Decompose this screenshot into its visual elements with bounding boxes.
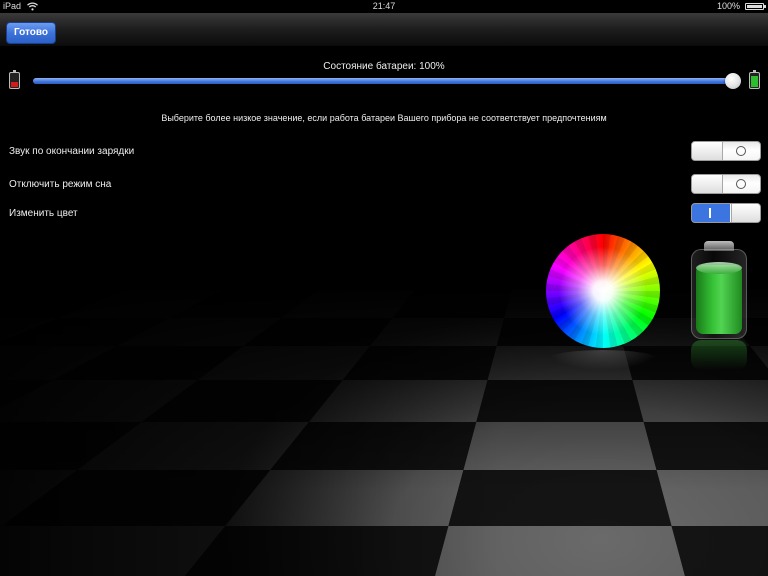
floor-tile xyxy=(671,526,768,576)
setting-label-change-color: Изменить цвет xyxy=(9,208,78,219)
switch-off-symbol xyxy=(736,146,746,156)
battery-hint-text: Выберите более низкое значение, если раб… xyxy=(161,113,607,123)
big-battery-icon xyxy=(691,241,747,339)
floor-tile xyxy=(185,526,449,576)
battery-level-slider[interactable] xyxy=(33,73,741,89)
switch-thumb xyxy=(692,142,723,160)
switch-on-symbol xyxy=(709,208,711,218)
big-battery-reflection xyxy=(691,340,747,370)
full-battery-icon xyxy=(749,70,760,89)
color-wheel[interactable] xyxy=(546,234,660,348)
switch-thumb xyxy=(731,204,760,222)
color-wheel-reflection xyxy=(546,350,660,370)
status-battery-percent: 100% xyxy=(716,1,740,11)
floor-tile xyxy=(643,422,768,470)
floor-tile xyxy=(448,470,672,526)
checkerboard-floor xyxy=(0,290,768,576)
switch-thumb xyxy=(692,175,723,193)
toolbar: Готово xyxy=(0,13,768,47)
floor-tile xyxy=(632,380,768,422)
status-battery-icon xyxy=(745,3,766,10)
status-bar: iPad 21:47 100% xyxy=(0,0,768,13)
floor-tile xyxy=(463,422,657,470)
floor-tile xyxy=(656,470,768,526)
toggle-charge-sound[interactable] xyxy=(691,141,761,161)
app-window: iPad 21:47 100% Готово Состояние батареи… xyxy=(0,0,768,576)
floor-tile xyxy=(476,380,644,422)
battery-status-label: Состояние батареи: 100% xyxy=(323,61,445,72)
slider-fill xyxy=(33,78,741,84)
big-battery-body xyxy=(691,249,747,339)
setting-label-charge-sound: Звук по окончании зарядки xyxy=(9,146,135,157)
floor-tile xyxy=(435,526,685,576)
switch-off-symbol xyxy=(736,179,746,189)
big-battery-liquid-surface xyxy=(696,262,742,274)
floor-tile xyxy=(370,318,505,346)
toggle-disable-sleep[interactable] xyxy=(691,174,761,194)
status-time: 21:47 xyxy=(372,1,396,11)
done-button[interactable]: Готово xyxy=(6,22,57,44)
setting-label-disable-sleep: Отключить режим сна xyxy=(9,179,112,190)
big-battery-charge-level xyxy=(696,265,742,334)
low-battery-icon xyxy=(9,70,20,89)
toggle-change-color[interactable] xyxy=(691,203,761,223)
slider-thumb[interactable] xyxy=(725,73,741,89)
color-wheel-shading xyxy=(546,234,660,348)
